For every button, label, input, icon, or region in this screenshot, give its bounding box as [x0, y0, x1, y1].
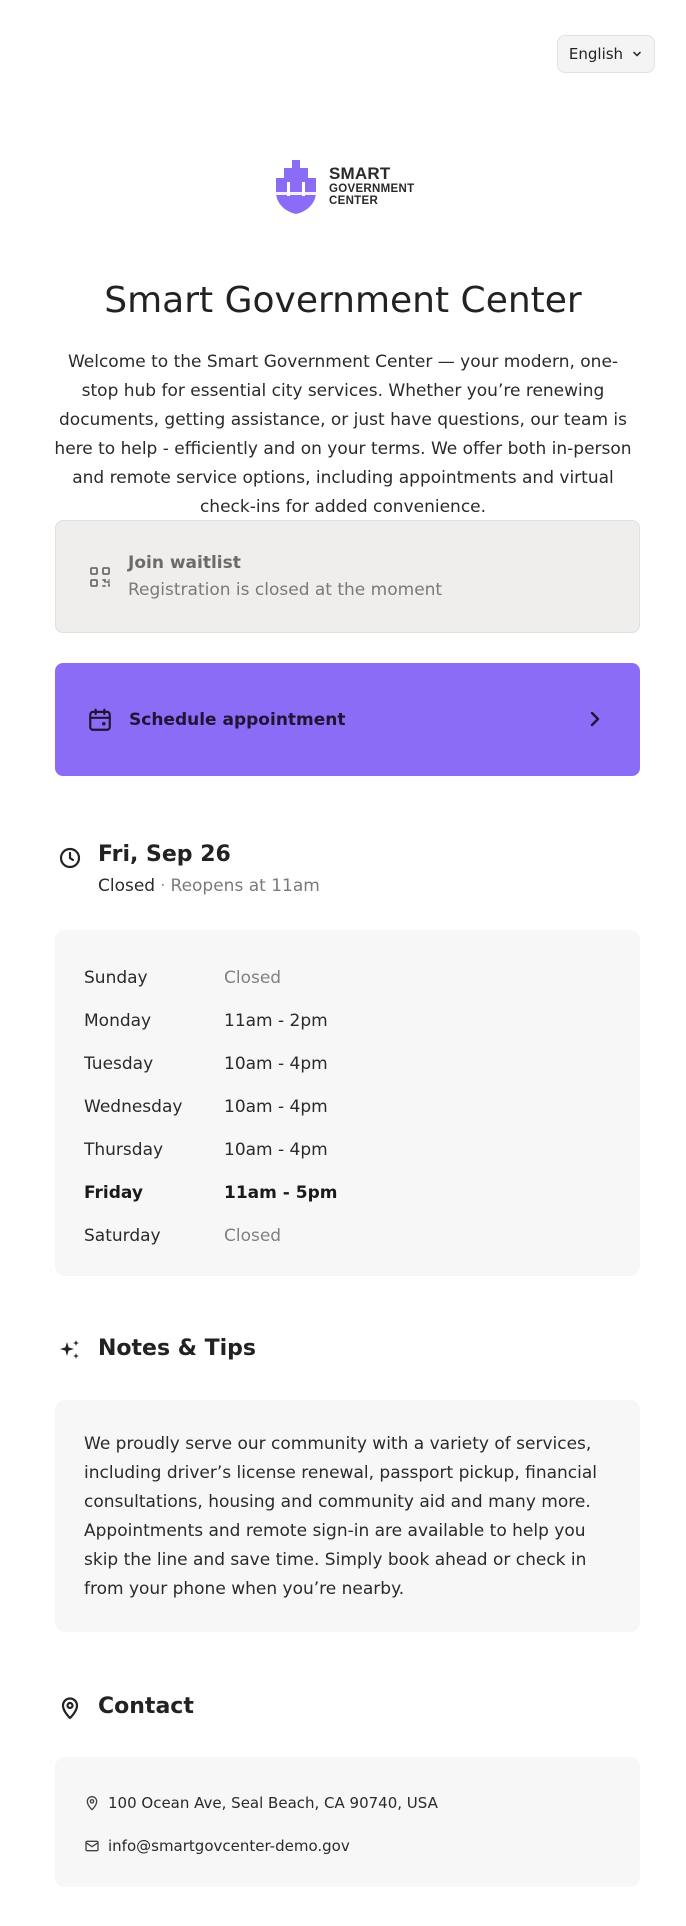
- notes-heading: Notes & Tips: [98, 1336, 256, 1361]
- day-hours: Closed: [224, 1225, 282, 1246]
- day-label: Tuesday: [84, 1053, 154, 1074]
- logo: SMART GOVERNMENT CENTER: [275, 158, 414, 214]
- logo-line-2: GOVERNMENT: [329, 182, 415, 195]
- hours-row-thursday: Thursday 10am - 4pm: [84, 1128, 611, 1171]
- contact-email[interactable]: info@smartgovcenter-demo.gov: [84, 1824, 611, 1867]
- status-text: Closed: [98, 876, 156, 896]
- open-status: Closed · Reopens at 11am: [98, 876, 320, 896]
- notes-body: We proudly serve our community with a va…: [84, 1434, 598, 1599]
- hours-date: Fri, Sep 26: [98, 842, 231, 867]
- day-label: Sunday: [84, 967, 148, 988]
- hours-row-friday: Friday 11am - 5pm: [84, 1171, 611, 1214]
- day-label: Wednesday: [84, 1096, 183, 1117]
- hours-row-tuesday: Tuesday 10am - 4pm: [84, 1042, 611, 1085]
- hours-row-sunday: Sunday Closed: [84, 956, 611, 999]
- day-hours: 10am - 4pm: [224, 1096, 328, 1117]
- language-select[interactable]: English: [557, 35, 655, 73]
- logo-shield-icon: [276, 160, 316, 214]
- day-label: Monday: [84, 1010, 152, 1031]
- contact-address[interactable]: 100 Ocean Ave, Seal Beach, CA 90740, USA: [84, 1781, 611, 1824]
- day-hours: 10am - 4pm: [224, 1053, 328, 1074]
- day-label: Thursday: [84, 1139, 164, 1160]
- logo-line-1: SMART: [329, 164, 391, 184]
- contact-panel: 100 Ocean Ave, Seal Beach, CA 90740, USA…: [55, 1757, 640, 1887]
- chevron-down-icon: [633, 51, 641, 57]
- waitlist-subtitle: Registration is closed at the moment: [128, 580, 443, 600]
- intro-text: Welcome to the Smart Government Center —…: [54, 352, 632, 517]
- clock-icon: [59, 847, 81, 869]
- mail-icon: [85, 1840, 99, 1851]
- page-title: Smart Government Center: [104, 280, 582, 321]
- hours-row-saturday: Saturday Closed: [84, 1214, 611, 1257]
- language-label: English: [568, 45, 624, 63]
- hours-row-wednesday: Wednesday 10am - 4pm: [84, 1085, 611, 1128]
- reopen-text: Reopens at 11am: [170, 876, 320, 896]
- day-hours: 11am - 5pm: [224, 1182, 338, 1203]
- page: English SMART GOVERNMENT CENTER Smart Go…: [0, 0, 686, 1926]
- calendar-icon: [89, 708, 111, 731]
- hours-row-monday: Monday 11am - 2pm: [84, 999, 611, 1042]
- day-hours: 11am - 2pm: [224, 1010, 328, 1031]
- status-separator: ·: [160, 876, 166, 896]
- chevron-right-icon: [590, 711, 600, 727]
- qr-code-icon: [90, 566, 110, 587]
- join-waitlist-button[interactable]: Join waitlist Registration is closed at …: [55, 520, 640, 633]
- schedule-appointment-button[interactable]: Schedule appointment: [55, 663, 640, 776]
- location-icon: [86, 1795, 98, 1810]
- address-text: 100 Ocean Ave, Seal Beach, CA 90740, USA: [108, 1793, 438, 1812]
- map-pin-icon: [61, 1697, 79, 1720]
- opening-hours-table: Sunday Closed Monday 11am - 2pm Tuesday 10a…: [55, 930, 640, 1276]
- day-hours: 10am - 4pm: [224, 1139, 328, 1160]
- schedule-appointment-label: Schedule appointment: [129, 709, 346, 730]
- logo-wordmark: SMART GOVERNMENT CENTER: [329, 165, 414, 207]
- day-hours: Closed: [224, 967, 282, 988]
- logo-line-3: CENTER: [329, 194, 379, 207]
- waitlist-texts: Join waitlist Registration is closed at …: [128, 553, 442, 600]
- sparkles-icon: [60, 1340, 79, 1359]
- waitlist-title: Join waitlist: [128, 553, 241, 573]
- day-label: Friday: [84, 1182, 143, 1203]
- notes-panel: We proudly serve our community with a va…: [55, 1400, 640, 1632]
- email-text: info@smartgovcenter-demo.gov: [108, 1836, 350, 1855]
- day-label: Saturday: [84, 1225, 161, 1246]
- contact-heading: Contact: [98, 1694, 194, 1719]
